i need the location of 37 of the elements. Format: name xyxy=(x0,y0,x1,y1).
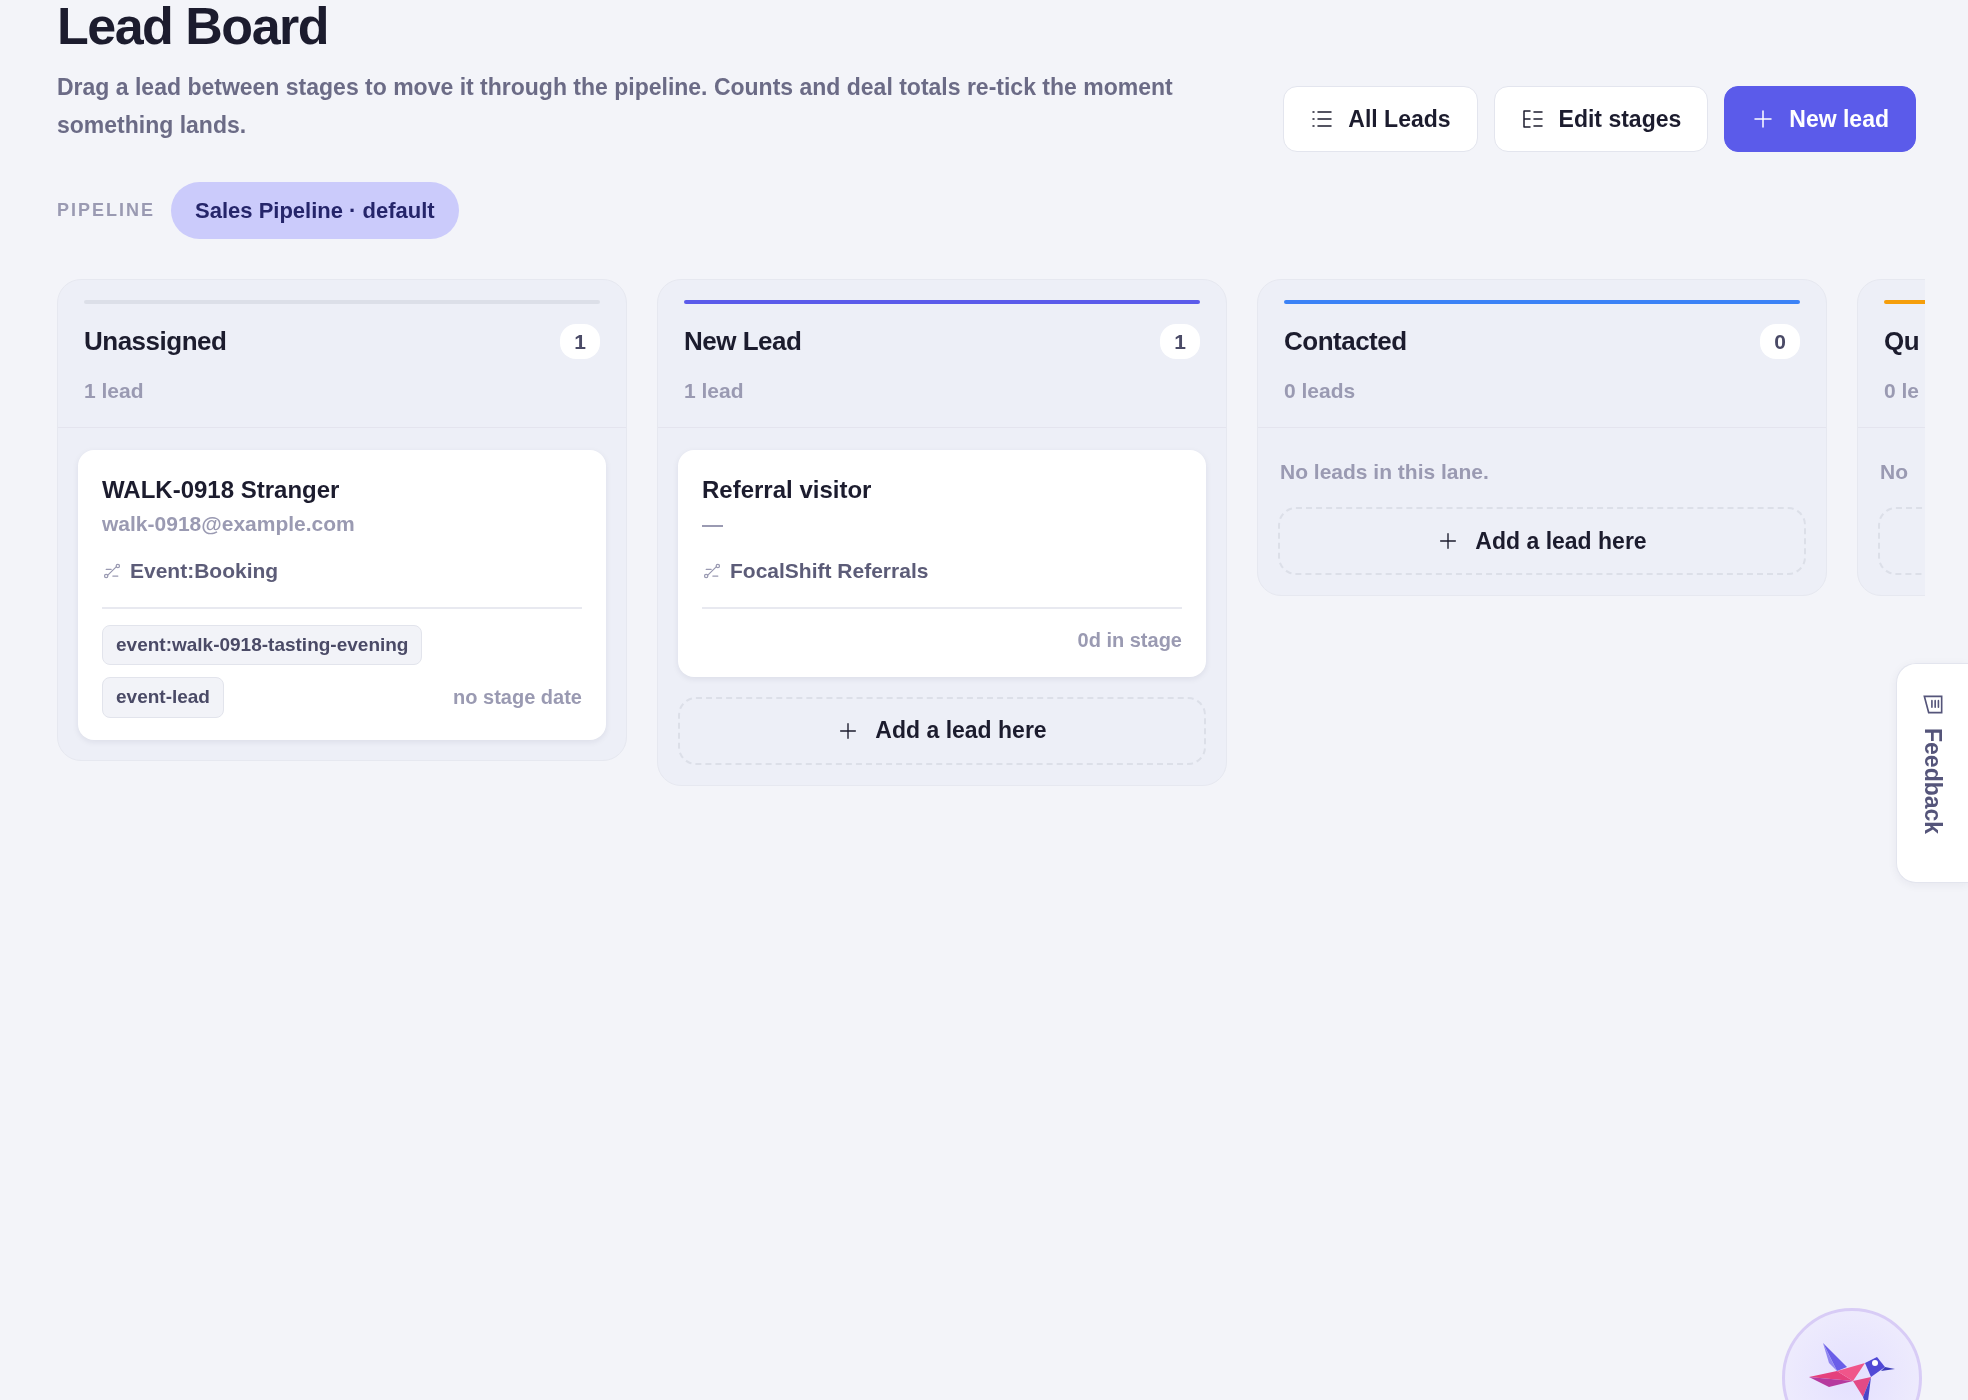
lane-subtitle: 0 leads xyxy=(1284,378,1357,404)
tag-chip: event:walk-0918-tasting-evening xyxy=(102,624,423,665)
pipeline-selector[interactable]: Sales Pipeline · default xyxy=(171,182,459,239)
stage-age: no stage date xyxy=(453,685,582,711)
page-description: Drag a lead between stages to move it through the pipeline. Counts and deal totals re-tick the moment something lands. xyxy=(57,73,1174,140)
lead-count: 0 xyxy=(1760,323,1800,360)
lane-title: New Lead xyxy=(684,325,802,358)
lead-email: — xyxy=(702,510,724,537)
all-leads-button[interactable]: All Leads xyxy=(1283,86,1478,152)
lead-name: Referral visitor xyxy=(702,474,873,505)
new-lead-button[interactable]: New lead xyxy=(1724,86,1916,152)
lane-subtitle: 0 le xyxy=(1884,378,1921,404)
lead-name: WALK-0918 Stranger xyxy=(102,474,341,505)
columns-icon xyxy=(1520,107,1545,131)
pipeline-label: PIPELINE xyxy=(57,199,156,222)
lane-title: Unassigned xyxy=(84,325,227,358)
page-title: Lead Board xyxy=(57,0,330,57)
lane-subtitle: 1 lead xyxy=(684,378,745,404)
edit-stages-button[interactable]: Edit stages xyxy=(1493,86,1709,152)
empty-message: No leads in this lane. xyxy=(1279,458,1490,485)
lead-card[interactable]: WALK-0918 Stranger walk-0918@example.com Event:Booking event:walk-0918-tasting-evening event-lead no stage date xyxy=(78,449,606,740)
lead-source: FocalShift Referrals xyxy=(730,558,929,584)
lane-title: Qu xyxy=(1884,325,1920,358)
lead-count: 1 xyxy=(1160,323,1200,360)
lane-subtitle: 1 lead xyxy=(84,378,145,404)
empty-message: No xyxy=(1879,458,1909,485)
add-lead-button[interactable]: Add a lead here xyxy=(1278,507,1806,575)
lead-card[interactable]: Referral visitor — FocalShift Referrals 0d in stage xyxy=(678,449,1206,677)
lead-count: 1 xyxy=(560,323,600,360)
lead-source: Event:Booking xyxy=(130,558,279,584)
lane-title: Contacted xyxy=(1284,325,1407,358)
tag-chip: event-lead xyxy=(102,677,224,718)
feedback-tab[interactable]: Feedback xyxy=(1896,663,1968,883)
feedback-label: Feedback xyxy=(1918,728,1947,835)
lead-email: walk-0918@example.com xyxy=(102,510,356,537)
stage-age: 0d in stage xyxy=(1077,627,1182,653)
add-lead-button[interactable]: Add a lead here xyxy=(678,696,1206,765)
